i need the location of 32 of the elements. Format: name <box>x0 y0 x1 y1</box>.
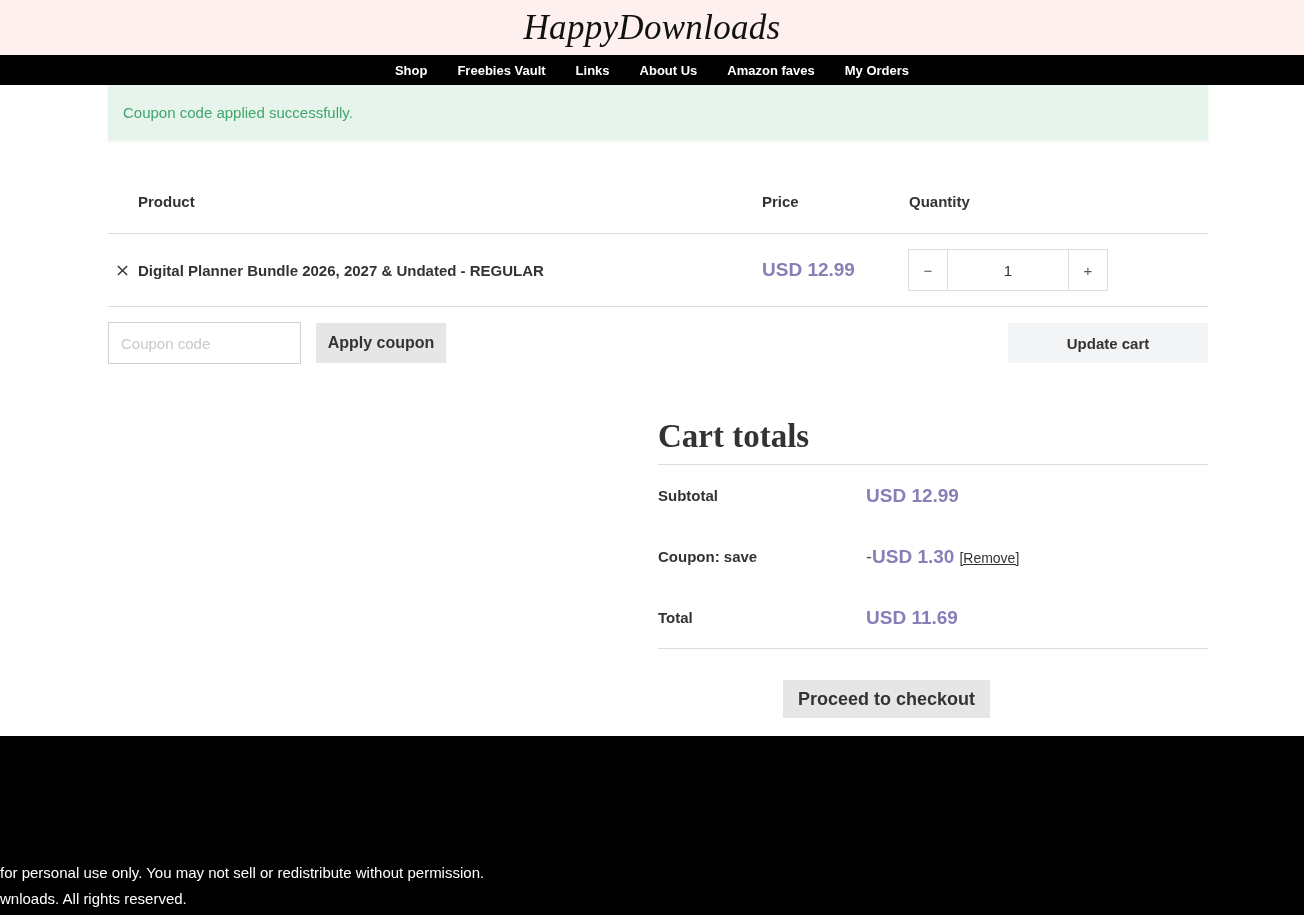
increase-button[interactable]: + <box>1068 249 1108 291</box>
site-logo[interactable]: HappyDownloads <box>523 10 781 45</box>
nav-link[interactable]: Shop <box>394 62 428 78</box>
apply-coupon-button[interactable]: Apply coupon <box>316 323 446 363</box>
amount: USD 12.99 <box>866 484 960 507</box>
nav-link[interactable]: Links <box>575 62 610 78</box>
nav-link[interactable]: About Us <box>639 62 698 78</box>
close-icon <box>117 264 128 276</box>
decrease-button[interactable]: − <box>908 249 948 291</box>
totals-label: Total <box>658 609 694 626</box>
nav-link[interactable]: Freebies Vault <box>457 62 546 78</box>
column-header: Product <box>138 192 196 212</box>
totals-label: Subtotal <box>658 487 719 504</box>
minus-sign: - <box>866 546 872 568</box>
totals-label: Coupon: save <box>658 548 759 565</box>
product-name: Digital Planner Bundle 2026, 2027 & Undated - REGULAR <box>138 261 545 279</box>
column-header: Quantity <box>909 192 971 212</box>
remove-coupon-link[interactable]: [Remove] <box>959 549 1020 566</box>
discount-amount: USD 1.30 <box>872 545 955 568</box>
remove-item-button[interactable] <box>117 264 128 276</box>
footer-text: wnloads. All rights reserved. <box>0 889 188 909</box>
quantity-field[interactable]: 1 <box>948 249 1068 291</box>
footer-text: for personal use only. You may not sell or redistribute without permission. <box>0 863 486 883</box>
cart-totals-title: Cart totals <box>658 418 1208 465</box>
amount: USD 11.69 <box>866 606 959 629</box>
nav-link[interactable]: Amazon faves <box>727 62 815 78</box>
column-header: Price <box>762 192 800 212</box>
nav-link[interactable]: My Orders <box>844 62 910 78</box>
product-price: USD 12.99 <box>762 259 856 281</box>
checkout-button[interactable]: Proceed to checkout <box>783 680 990 718</box>
success-notice: Coupon code applied successfully. <box>108 85 1208 140</box>
update-cart-button[interactable]: Update cart <box>1008 323 1208 363</box>
